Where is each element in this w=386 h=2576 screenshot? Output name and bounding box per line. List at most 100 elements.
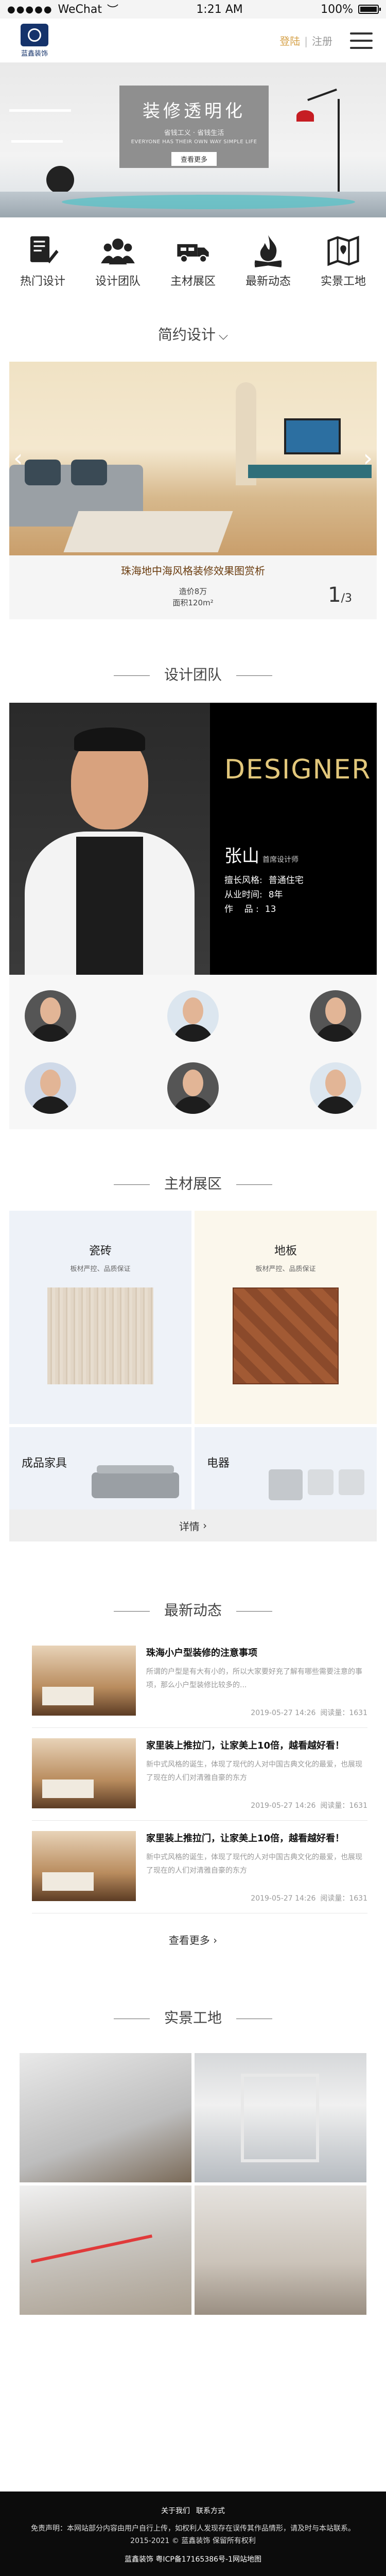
nav-label: 主材展区 <box>170 275 216 288</box>
material-name: 电器 <box>207 1457 230 1470</box>
designer-attr-row: 擅长风格: 普通住宅 <box>224 873 377 888</box>
hamburger-menu-icon[interactable] <box>350 32 373 49</box>
site-photo[interactable] <box>195 2185 366 2315</box>
design-meta: 造价8万 面积120m² <box>9 586 377 608</box>
materials-grid: 瓷砖 板材严控、品质保证 地板 板材严控、品质保证 成品家具 电器 <box>9 1211 377 1510</box>
rug-decor <box>62 195 355 209</box>
hero-subtitle: 省钱工义 · 省钱生活 <box>164 129 224 137</box>
materials-more-button[interactable]: 详情 › <box>9 1510 377 1541</box>
news-more-button[interactable]: 查看更多 › <box>0 1932 386 1947</box>
chevron-right-icon: › <box>199 1519 207 1532</box>
material-tile-ceramic[interactable]: 瓷砖 板材严控、品质保证 <box>9 1211 191 1424</box>
news-footer: 2019-05-27 14:26 阅读量：1631 <box>146 1893 367 1903</box>
document-edit-icon <box>30 236 59 264</box>
design-photo[interactable]: ‹ › <box>9 362 377 555</box>
footer-link-contact[interactable]: 联系方式 <box>196 2507 225 2515</box>
section-title-text: 简约设计 <box>157 326 216 343</box>
nav-design-team[interactable]: 设计团队 <box>82 233 154 290</box>
auth-links: 登陆 | 注册 <box>279 33 332 48</box>
auth-separator: | <box>304 35 308 47</box>
more-label: 详情 <box>179 1520 200 1533</box>
login-link[interactable]: 登陆 <box>279 35 300 47</box>
section-title-site: 实景工地 <box>0 2007 386 2027</box>
status-bar: ●●●●● WeChat ︶ 1:21 AM 100% <box>0 0 386 19</box>
nav-site-photos[interactable]: 实景工地 <box>307 233 379 290</box>
team-icon <box>101 238 135 265</box>
news-body: 珠海小户型装修的注意事项 所谓的户型是有大有小的，所以大家要好充了解有哪些需要注… <box>136 1646 367 1727</box>
site-photo[interactable] <box>195 2053 366 2182</box>
news-thumbnail <box>32 1646 136 1716</box>
nav-label: 热门设计 <box>20 275 65 288</box>
featured-designer[interactable]: DESIGNER 张山 首席设计师 擅长风格: 普通住宅 从业时间: 8年 作 品 :… <box>9 703 377 975</box>
tv-cabinet-decor <box>248 465 372 478</box>
section-title-materials: 主材展区 <box>0 1173 386 1193</box>
news-title: 家里装上推拉门，让家美上10倍，越看越好看！ <box>146 1740 345 1751</box>
material-tile-appliance[interactable]: 电器 <box>195 1427 377 1510</box>
site-photo[interactable] <box>20 2053 191 2182</box>
site-photo[interactable] <box>20 2185 191 2315</box>
design-carousel: ‹ › 珠海地中海风格装修效果图赏析 造价8万 面积120m² 1/3 <box>9 362 377 619</box>
news-desc: 所谓的户型是有大有小的，所以大家要好充了解有哪些需要注意的事项，那么小户型装修比… <box>146 1668 362 1689</box>
attr-value: 普通住宅 <box>268 875 304 886</box>
avatar[interactable] <box>309 1062 361 1114</box>
hero-tagline: EVERYONE HAS THEIR OWN WAY SIMPLE LIFE <box>131 139 257 145</box>
carrier: WeChat <box>58 3 102 16</box>
nav-hot-design[interactable]: 热门设计 <box>7 233 79 290</box>
nav-label: 最新动态 <box>245 275 291 288</box>
material-tile-floor[interactable]: 地板 板材严控、品质保证 <box>195 1211 377 1424</box>
logo[interactable]: 蓝鑫装饰 <box>21 23 48 58</box>
avatar[interactable] <box>25 990 76 1042</box>
section-title-team: 设计团队 <box>0 664 386 684</box>
logo-mark-icon <box>21 23 48 46</box>
news-item[interactable]: 家里装上推拉门，让家美上10倍，越看越好看！ 新中式风格的诞生，体现了现代的人对… <box>32 1733 367 1821</box>
hero-banner: 装修透明化 省钱工义 · 省钱生活 EVERYONE HAS THEIR OWN… <box>0 63 386 217</box>
designer-name: 张山 <box>224 846 259 867</box>
lamp-shade-decor <box>296 110 314 122</box>
designer-attributes: 擅长风格: 普通住宅 从业时间: 8年 作 品 : 13 <box>224 873 377 917</box>
tv-decor <box>284 418 341 454</box>
section-title-design[interactable]: 简约设计 ⌵ <box>0 324 386 344</box>
avatar[interactable] <box>25 1062 76 1114</box>
carousel-prev-icon[interactable]: ‹ <box>13 444 23 472</box>
footer-link-about[interactable]: 关于我们 <box>161 2507 190 2515</box>
appliance-image <box>269 1469 364 1500</box>
pillow-decor <box>71 460 107 485</box>
nav-news[interactable]: 最新动态 <box>232 233 304 290</box>
news-footer: 2019-05-27 14:26 阅读量：1631 <box>146 1800 367 1810</box>
pager-current: 1 <box>328 583 341 607</box>
designer-info: DESIGNER 张山 首席设计师 擅长风格: 普通住宅 从业时间: 8年 作 品 :… <box>210 703 377 975</box>
news-item[interactable]: 珠海小户型装修的注意事项 所谓的户型是有大有小的，所以大家要好充了解有哪些需要注… <box>32 1640 367 1728</box>
register-link[interactable]: 注册 <box>312 35 332 47</box>
nav-materials[interactable]: 主材展区 <box>157 233 229 290</box>
news-body: 家里装上推拉门，让家美上10倍，越看越好看！ 新中式风格的诞生，体现了现代的人对… <box>136 1738 367 1820</box>
carousel-next-icon[interactable]: › <box>363 444 373 472</box>
material-name: 瓷砖 <box>89 1245 112 1258</box>
map-icon <box>327 235 359 266</box>
news-item[interactable]: 家里装上推拉门，让家美上10倍，越看越好看！ 新中式风格的诞生，体现了现代的人对… <box>32 1826 367 1913</box>
footer-copyright: 蓝鑫装饰 粤ICP备17165386号-1网站地图 <box>124 2555 261 2564</box>
signal-dots-icon: ●●●●● <box>7 4 53 15</box>
rug-decor <box>63 511 233 552</box>
avatar[interactable] <box>167 990 219 1042</box>
news-thumbnail <box>32 1738 136 1808</box>
truck-icon <box>177 244 209 263</box>
carousel-pager: 1/3 <box>328 583 352 607</box>
parquet-floor-image <box>233 1287 339 1384</box>
fire-icon <box>254 235 282 268</box>
designer-attr-row: 作 品 : 13 <box>224 902 377 917</box>
shelf-decor <box>9 109 71 112</box>
news-date: 2019-05-27 14:26 <box>251 1709 316 1717</box>
quick-nav: 热门设计 设计团队 主材展区 最新动态 实景工地 <box>0 217 386 295</box>
floor-lamp-decor <box>338 99 340 202</box>
design-caption[interactable]: 珠海地中海风格装修效果图赏析 <box>9 563 377 578</box>
material-tile-furniture[interactable]: 成品家具 <box>9 1427 191 1510</box>
attr-value: 8年 <box>268 890 283 900</box>
footer-links: 关于我们 联系方式 <box>0 2505 386 2517</box>
sofa-image <box>92 1465 179 1498</box>
news-date: 2019-05-27 14:26 <box>251 1802 316 1810</box>
avatar[interactable] <box>309 990 361 1042</box>
hero-more-button[interactable]: 查看更多 <box>171 152 217 166</box>
attr-key: 作 品 : <box>224 904 259 914</box>
news-body: 家里装上推拉门，让家美上10倍，越看越好看！ 新中式风格的诞生，体现了现代的人对… <box>136 1831 367 1913</box>
avatar[interactable] <box>167 1062 219 1114</box>
